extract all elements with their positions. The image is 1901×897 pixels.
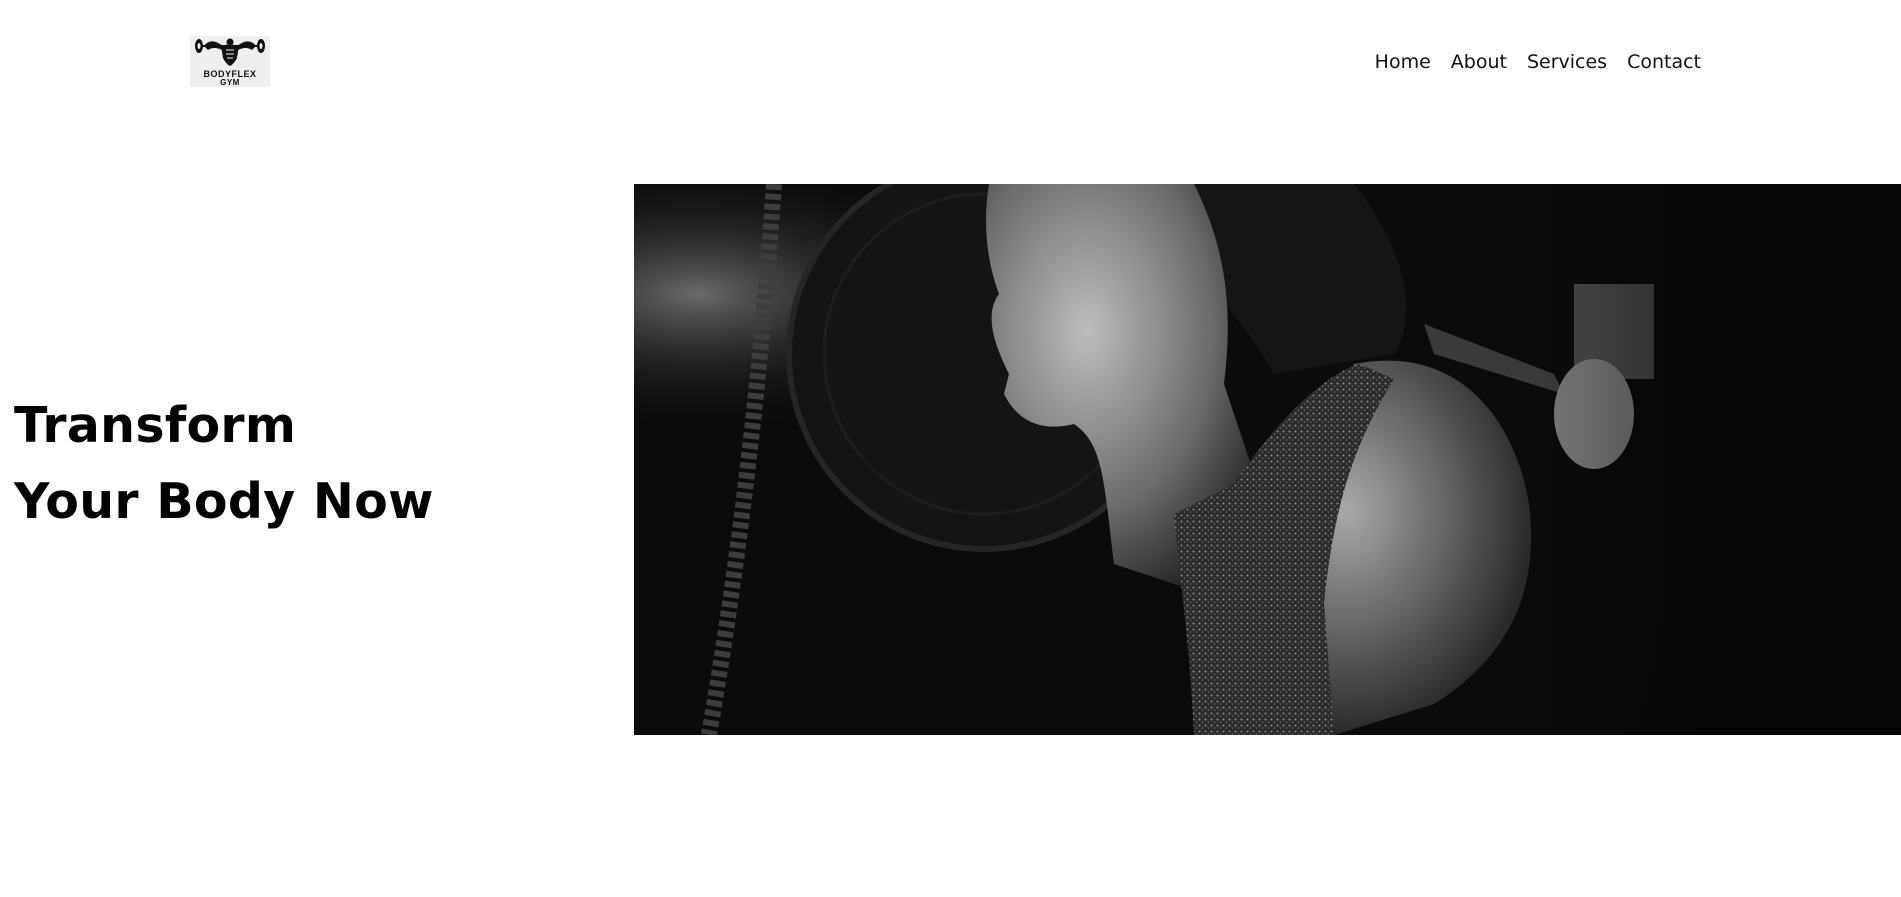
athlete-photo-icon bbox=[634, 184, 1901, 735]
hero-headline-line1: Transform bbox=[14, 397, 297, 454]
logo[interactable]: BODYFLEX GYM bbox=[190, 36, 270, 87]
site-header: BODYFLEX GYM Home About Services Contact bbox=[0, 0, 1901, 120]
nav-link-home[interactable]: Home bbox=[1375, 48, 1431, 76]
hero-headline: Transform Your Body Now bbox=[14, 388, 434, 540]
bodybuilder-logo-icon bbox=[195, 38, 265, 66]
page: BODYFLEX GYM Home About Services Contact… bbox=[0, 0, 1901, 897]
nav-link-contact[interactable]: Contact bbox=[1627, 48, 1701, 76]
main-nav: Home About Services Contact bbox=[1375, 48, 1701, 76]
nav-link-about[interactable]: About bbox=[1451, 48, 1507, 76]
nav-link-services[interactable]: Services bbox=[1527, 48, 1607, 76]
hero-headline-line2: Your Body Now bbox=[14, 473, 434, 530]
hero-image bbox=[634, 184, 1901, 735]
logo-text-gym: GYM bbox=[220, 78, 240, 87]
